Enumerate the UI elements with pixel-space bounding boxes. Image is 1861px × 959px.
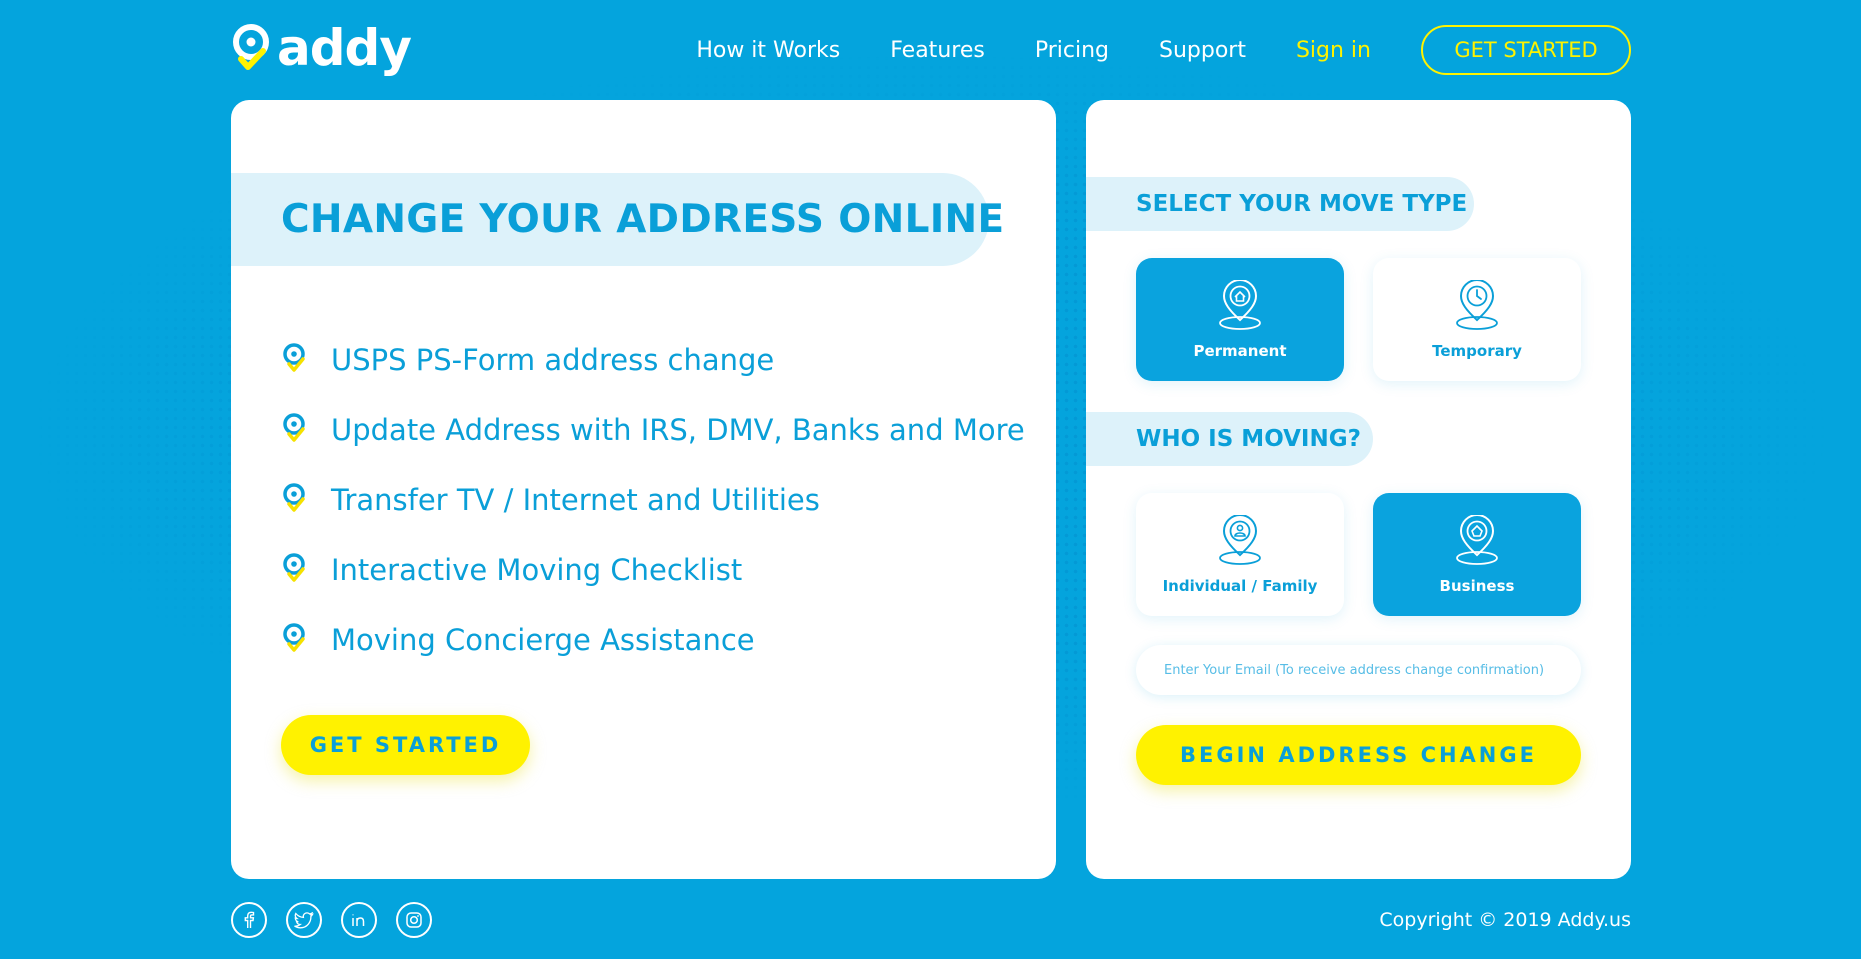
logo[interactable]: addy (231, 19, 412, 79)
header-get-started-button[interactable]: GET STARTED (1421, 25, 1631, 75)
nav-how-it-works[interactable]: How it Works (696, 38, 840, 63)
nav-sign-in[interactable]: Sign in (1296, 38, 1371, 63)
nav-support[interactable]: Support (1159, 38, 1246, 63)
feature-list: USPS PS-Form address change Update Addre… (281, 325, 1025, 675)
address-change-form: SELECT YOUR MOVE TYPE Permanent Temporar… (1086, 100, 1631, 879)
home-pin-icon (1219, 279, 1261, 330)
building-pin-icon (1456, 514, 1498, 565)
top-header: addy How it Works Features Pricing Suppo… (231, 18, 1631, 82)
option-label: Business (1439, 576, 1515, 595)
move-type-heading-text: SELECT YOUR MOVE TYPE (1136, 191, 1468, 217)
hero-card: CHANGE YOUR ADDRESS ONLINE USPS PS-Form … (231, 100, 1056, 879)
who-is-moving-heading: WHO IS MOVING? (1086, 412, 1373, 466)
option-label: Temporary (1432, 341, 1522, 360)
feature-item: Update Address with IRS, DMV, Banks and … (281, 395, 1025, 465)
feature-item: USPS PS-Form address change (281, 325, 1025, 395)
move-type-permanent-option[interactable]: Permanent (1136, 258, 1344, 381)
move-type-temporary-option[interactable]: Temporary (1373, 258, 1581, 381)
hero-title: CHANGE YOUR ADDRESS ONLINE (281, 197, 1005, 242)
footer: Copyright © 2019 Addy.us (231, 902, 1631, 938)
option-label: Permanent (1193, 341, 1287, 360)
feature-item: Moving Concierge Assistance (281, 605, 1025, 675)
linkedin-icon[interactable] (341, 902, 377, 938)
feature-text: Interactive Moving Checklist (331, 553, 743, 587)
person-pin-icon (1219, 514, 1261, 565)
move-type-heading: SELECT YOUR MOVE TYPE (1086, 177, 1474, 231)
mover-business-option[interactable]: Business (1373, 493, 1581, 616)
begin-address-change-button[interactable]: BEGIN ADDRESS CHANGE (1136, 725, 1581, 785)
logo-pin-icon (233, 24, 269, 70)
facebook-icon[interactable] (231, 902, 267, 938)
instagram-icon[interactable] (396, 902, 432, 938)
feature-text: USPS PS-Form address change (331, 343, 775, 377)
pin-check-icon (283, 483, 305, 512)
mover-individual-family-option[interactable]: Individual / Family (1136, 493, 1344, 616)
pin-check-icon (283, 343, 305, 372)
twitter-icon[interactable] (286, 902, 322, 938)
clock-pin-icon (1456, 279, 1498, 330)
copyright-text: Copyright © 2019 Addy.us (1379, 909, 1631, 931)
logo-text: addy (277, 19, 412, 77)
feature-text: Update Address with IRS, DMV, Banks and … (331, 413, 1025, 447)
email-field[interactable] (1136, 645, 1581, 695)
pin-check-icon (283, 413, 305, 442)
main-nav: How it Works Features Pricing Support Si… (696, 25, 1631, 75)
pin-check-icon (283, 553, 305, 582)
feature-item: Interactive Moving Checklist (281, 535, 1025, 605)
hero-get-started-button[interactable]: GET STARTED (281, 715, 530, 775)
who-is-moving-heading-text: WHO IS MOVING? (1136, 426, 1361, 452)
feature-item: Transfer TV / Internet and Utilities (281, 465, 1025, 535)
nav-pricing[interactable]: Pricing (1035, 38, 1109, 63)
nav-features[interactable]: Features (890, 38, 985, 63)
pin-check-icon (283, 623, 305, 652)
hero-title-banner: CHANGE YOUR ADDRESS ONLINE (231, 173, 1004, 266)
feature-text: Moving Concierge Assistance (331, 623, 755, 657)
feature-text: Transfer TV / Internet and Utilities (331, 483, 820, 517)
option-label: Individual / Family (1162, 576, 1318, 595)
